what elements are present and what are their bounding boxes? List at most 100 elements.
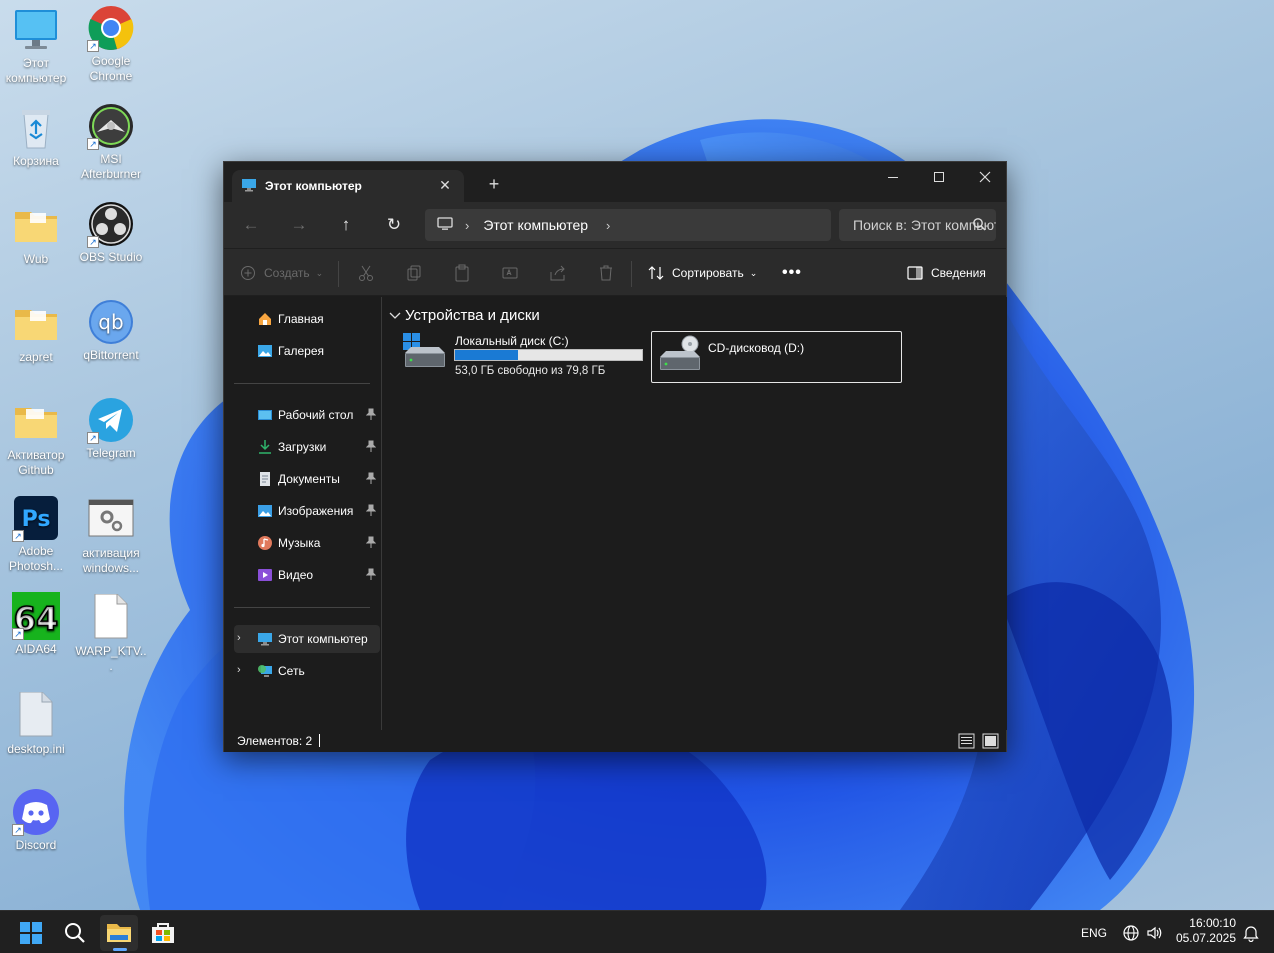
desktop-icon-label: Telegram [86, 446, 136, 460]
desktop-icon-discord[interactable]: ↗ Discord [0, 788, 73, 853]
desktop-icon-recycle-bin[interactable]: Корзина [0, 104, 73, 169]
desktop-icon-label: MSI Afterburner [80, 152, 142, 181]
breadcrumb-chevron-icon[interactable]: › [465, 218, 469, 233]
sidebar-item-documents[interactable]: Документы [234, 465, 380, 493]
search-button[interactable] [56, 915, 94, 951]
downloads-icon [257, 439, 273, 455]
start-button[interactable] [12, 915, 50, 951]
sidebar-item-gallery[interactable]: Галерея [234, 337, 380, 365]
pin-icon[interactable] [365, 504, 377, 516]
chrome-icon: ↗ [87, 4, 135, 52]
desktop-icon-warp-ktv[interactable]: WARP_KTV... [74, 593, 148, 674]
sidebar-item-home[interactable]: Главная [234, 305, 380, 333]
minimize-button[interactable] [870, 162, 916, 192]
create-new-button[interactable]: Создать ⌄ [240, 263, 323, 283]
sidebar-item-label: Музыка [278, 536, 321, 550]
drive-c[interactable]: Локальный диск (C:) 53,0 ГБ свободно из … [399, 331, 645, 383]
close-tab-icon[interactable]: ✕ [436, 176, 454, 194]
taskbar-file-explorer[interactable] [100, 915, 138, 951]
desktop-icon-aida64[interactable]: 64 ↗ AIDA64 [0, 592, 73, 657]
file-icon [87, 593, 135, 642]
maximize-button[interactable] [916, 162, 962, 192]
sidebar-divider [234, 607, 370, 608]
group-header-devices[interactable]: Устройства и диски [389, 307, 540, 324]
desktop-icon-activation-windows[interactable]: активация windows... [74, 496, 148, 576]
pin-icon[interactable] [365, 568, 377, 580]
paste-icon[interactable] [452, 263, 472, 283]
sidebar-item-pictures[interactable]: Изображения [234, 497, 380, 525]
desktop-icon-wub[interactable]: Wub [0, 202, 73, 267]
clock-date: 05.07.2025 [1175, 931, 1236, 945]
sidebar-item-network[interactable]: › Сеть [234, 657, 380, 685]
sidebar-item-desktop[interactable]: Рабочий стол [234, 401, 380, 429]
language-indicator[interactable]: ENG [1081, 926, 1107, 940]
refresh-icon[interactable]: ↻ [378, 212, 410, 238]
sidebar-item-downloads[interactable]: Загрузки [234, 433, 380, 461]
folder-icon [12, 300, 60, 348]
photoshop-icon: Ps ↗ [12, 494, 60, 542]
title-bar[interactable]: Этот компьютер ✕ + [224, 162, 1006, 202]
taskbar-microsoft-store[interactable] [144, 915, 182, 951]
monitor-icon [437, 216, 453, 234]
system-clock[interactable]: 16:00:10 05.07.2025 [1172, 916, 1236, 946]
sidebar-item-label: Рабочий стол [278, 408, 354, 422]
desktop-icon-label: desktop.ini [7, 742, 65, 756]
pin-icon[interactable] [365, 440, 377, 452]
breadcrumb-this-pc[interactable]: Этот компьютер [483, 217, 588, 233]
volume-icon[interactable] [1146, 924, 1164, 945]
search-icon [65, 923, 85, 943]
sort-button[interactable]: Сортировать ⌄ [648, 263, 757, 283]
breadcrumb-chevron-icon[interactable]: › [606, 218, 610, 233]
command-bar: Создать ⌄ Сортировать ⌄ ••• Сведения [224, 248, 1006, 296]
desktop-icon-telegram[interactable]: ↗ Telegram [74, 396, 148, 461]
shortcut-arrow-icon: ↗ [87, 138, 99, 150]
cut-icon[interactable] [356, 263, 376, 283]
search-icon[interactable] [972, 217, 986, 231]
desktop-icon-photoshop[interactable]: Ps ↗ Adobe Photosh... [0, 494, 73, 574]
pin-icon[interactable] [365, 408, 377, 420]
desktop-icon-this-pc[interactable]: Этот компьютер [0, 6, 73, 86]
sort-label: Сортировать [672, 266, 744, 280]
sidebar-item-label: Этот компьютер [278, 632, 368, 646]
shortcut-arrow-icon: ↗ [12, 628, 24, 640]
pin-icon[interactable] [365, 472, 377, 484]
desktop-icon-obs[interactable]: ↗ OBS Studio [74, 200, 148, 265]
new-tab-button[interactable]: + [484, 174, 504, 194]
tab-this-pc[interactable]: Этот компьютер ✕ [232, 170, 464, 202]
desktop-icon-msi-afterburner[interactable]: ↗ MSI Afterburner [74, 102, 148, 182]
tiles-view-icon[interactable] [982, 733, 999, 749]
desktop-icon-qbittorrent[interactable]: qb qBittorrent [74, 298, 148, 363]
expand-chevron-icon[interactable]: › [237, 663, 247, 677]
share-icon[interactable] [548, 263, 568, 283]
address-bar[interactable]: › Этот компьютер › [425, 209, 831, 241]
sidebar-item-videos[interactable]: Видео [234, 561, 380, 589]
details-pane-button[interactable]: Сведения [907, 263, 986, 283]
desktop-icon-zapret[interactable]: zapret [0, 300, 73, 365]
notification-bell-icon[interactable] [1243, 924, 1259, 945]
up-arrow-icon[interactable]: ↑ [330, 212, 362, 238]
videos-icon [257, 567, 273, 583]
more-options-icon[interactable]: ••• [782, 263, 802, 283]
windows-logo-icon [20, 922, 42, 944]
details-view-icon[interactable] [958, 733, 975, 749]
copy-icon[interactable] [404, 263, 424, 283]
sidebar-item-music[interactable]: Музыка [234, 529, 380, 557]
rename-icon[interactable] [500, 263, 520, 283]
folder-icon [12, 202, 60, 250]
forward-arrow-icon[interactable]: → [283, 212, 315, 238]
close-window-button[interactable] [962, 162, 1008, 192]
drive-d[interactable]: CD-дисковод (D:) [651, 331, 902, 383]
desktop-icon-desktop-ini[interactable]: desktop.ini [0, 691, 73, 757]
network-globe-icon[interactable] [1122, 924, 1140, 945]
desktop-icon-chrome[interactable]: ↗ Google Chrome [74, 4, 148, 84]
sidebar-item-this-pc[interactable]: › Этот компьютер [234, 625, 380, 653]
expand-chevron-icon[interactable]: › [237, 631, 247, 645]
desktop-icon-label: Этот компьютер [5, 56, 67, 85]
back-arrow-icon[interactable]: ← [235, 212, 267, 238]
desktop-icon-label: AIDA64 [15, 642, 57, 656]
desktop-icon-label: WARP_KTV... [75, 644, 147, 673]
delete-icon[interactable] [596, 263, 616, 283]
desktop-icon-activator-github[interactable]: Активатор Github [0, 398, 73, 478]
pin-icon[interactable] [365, 536, 377, 548]
computer-icon [241, 177, 257, 196]
